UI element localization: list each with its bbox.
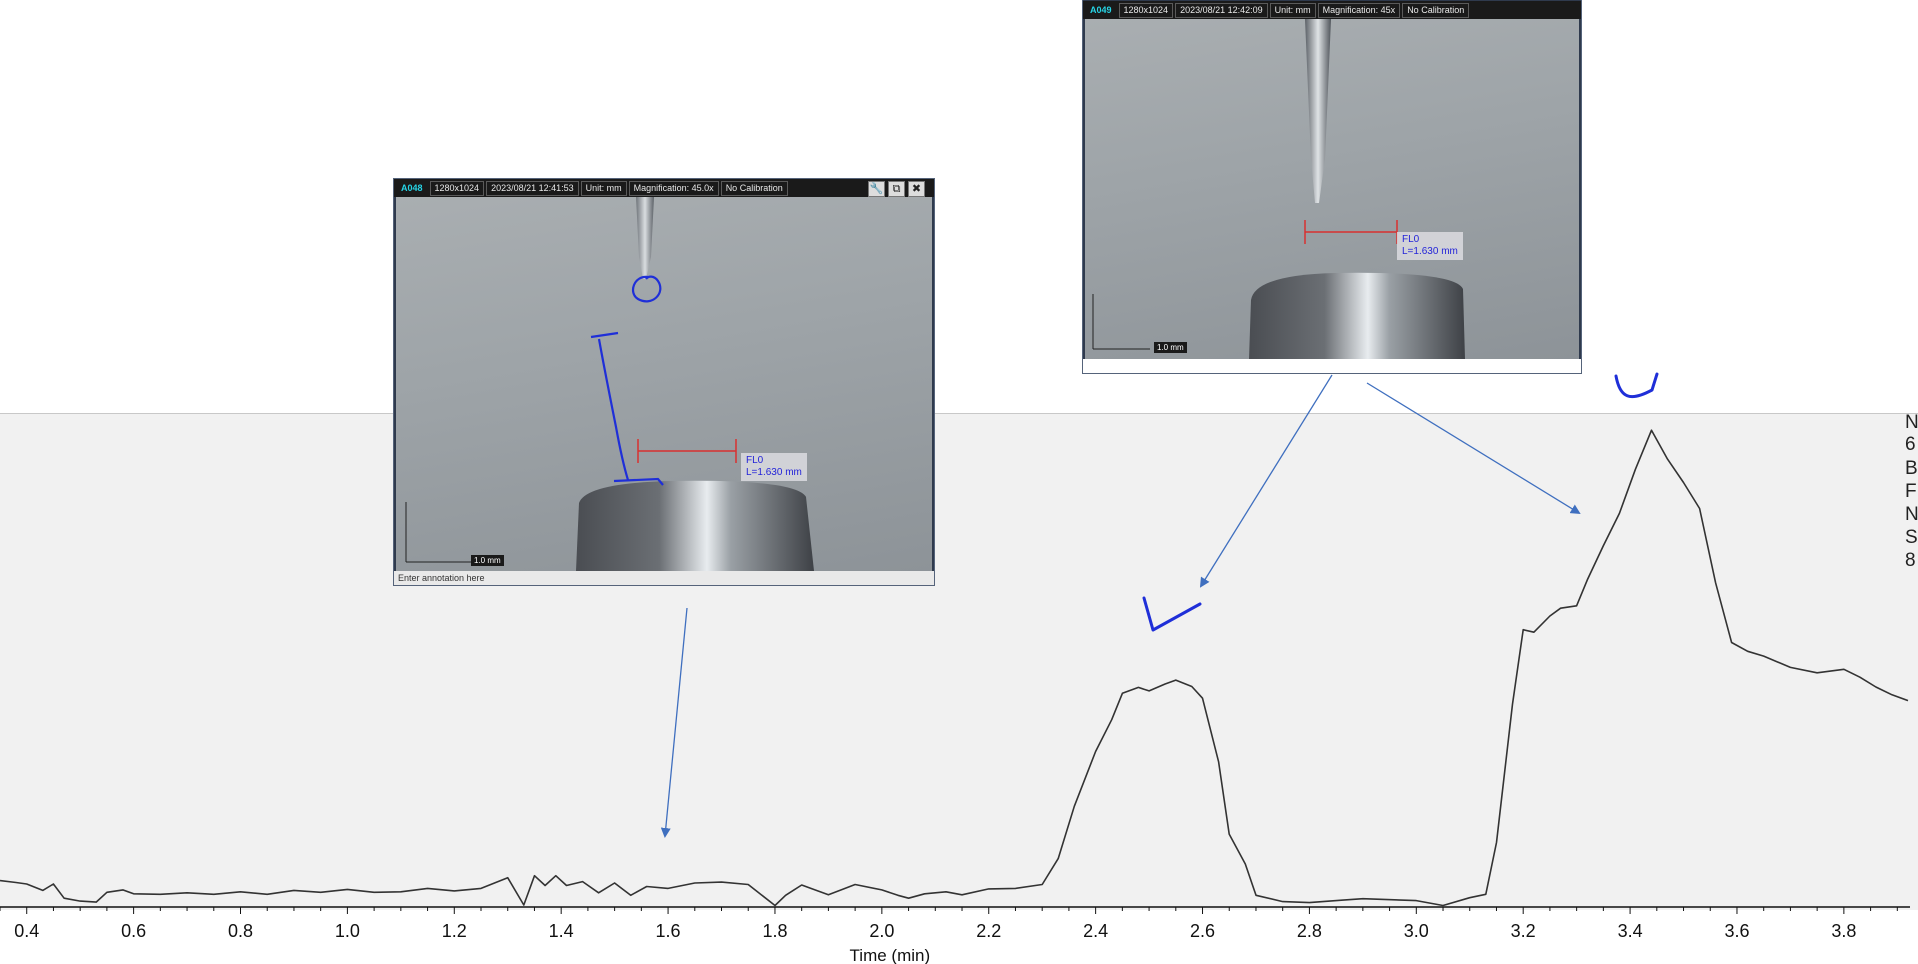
image-unit: Unit: mm (580, 180, 627, 196)
image-resolution: 1280x1024 (429, 180, 485, 196)
x-tick-label: 1.8 (762, 921, 787, 941)
x-tick-label: 2.0 (869, 921, 894, 941)
side-letter: N (1905, 504, 1918, 525)
image-calibration: No Calibration (720, 180, 788, 196)
microscope-scene (1092, 19, 1465, 359)
annotation-field[interactable]: Enter annotation here (394, 571, 934, 585)
measurement-name: FL0 (1402, 234, 1420, 245)
microscope-window-a048[interactable]: A048 1280x1024 2023/08/21 12:41:53 Unit:… (393, 178, 935, 586)
side-letter: 8 (1905, 550, 1916, 571)
length-measurement (1304, 220, 1398, 244)
chromatogram-trace (0, 429, 1909, 907)
scale-bar-label: 1.0 mm (1154, 342, 1187, 353)
microscope-window-a049[interactable]: A049 1280x1024 2023/08/21 12:42:09 Unit:… (1082, 0, 1582, 374)
x-tick-label: 3.6 (1724, 921, 1749, 941)
side-letter: 6 (1905, 434, 1916, 455)
microscope-title-bar: A049 1280x1024 2023/08/21 12:42:09 Unit:… (1083, 1, 1581, 19)
x-tick-label: 3.4 (1618, 921, 1643, 941)
length-measurement (637, 439, 737, 463)
side-letter: N (1905, 412, 1918, 433)
measurement-length: L=1.630 mm (746, 467, 802, 478)
side-letter: F (1905, 481, 1917, 502)
annotation-field[interactable] (1083, 359, 1581, 373)
x-tick-label: 3.8 (1831, 921, 1856, 941)
image-datetime: 2023/08/21 12:42:09 (1175, 2, 1268, 18)
close-icon[interactable]: ✖ (908, 181, 925, 197)
x-axis-title: Time (min) (850, 946, 931, 964)
x-tick-label: 1.0 (335, 921, 360, 941)
x-tick-label: 1.4 (549, 921, 574, 941)
x-tick-label: 0.8 (228, 921, 253, 941)
x-tick-label: 3.0 (1404, 921, 1429, 941)
x-tick-label: 0.6 (121, 921, 146, 941)
image-resolution: 1280x1024 (1118, 2, 1174, 18)
side-letter: B (1905, 458, 1918, 479)
hand-annotation (590, 275, 664, 486)
measurement-name: FL0 (746, 455, 764, 466)
x-tick-label: 1.2 (442, 921, 467, 941)
image-id: A049 (1085, 2, 1117, 18)
measurement-length: L=1.630 mm (1402, 246, 1458, 257)
x-tick-label: 2.4 (1083, 921, 1108, 941)
image-magnification: Magnification: 45.0x (628, 180, 719, 196)
image-unit: Unit: mm (1269, 2, 1316, 18)
x-tick-label: 1.6 (656, 921, 681, 941)
chromatogram-panel: 0.4 0.6 0.8 1.0 1.2 1.4 1.6 1.8 2.0 2.2 2.4 2.6 2.8 3… (0, 413, 1918, 964)
save-icon[interactable]: ⧉ (888, 181, 905, 197)
microscope-scene (405, 197, 814, 571)
wrench-icon[interactable]: 🔧 (868, 181, 885, 197)
cylinder (576, 480, 814, 571)
measurement-label: FL0 L=1.630 mm (1397, 232, 1463, 260)
check-mark-second-peak (1614, 372, 1659, 399)
microscope-image: FL0 L=1.630 mm 1.0 mm (396, 197, 932, 571)
x-tick-label: 2.8 (1297, 921, 1322, 941)
x-tick-label: 2.6 (1190, 921, 1215, 941)
measurement-label: FL0 L=1.630 mm (741, 453, 807, 481)
x-tick-label: 0.4 (14, 921, 39, 941)
needle (636, 197, 654, 279)
image-calibration: No Calibration (1402, 2, 1470, 18)
image-id: A048 (396, 180, 428, 196)
microscope-title-bar: A048 1280x1024 2023/08/21 12:41:53 Unit:… (394, 179, 934, 197)
x-tick-label: 2.2 (976, 921, 1001, 941)
side-letter: S (1905, 527, 1918, 548)
scale-bar-label: 1.0 mm (471, 555, 504, 566)
image-magnification: Magnification: 45x (1317, 2, 1401, 18)
x-tick-label: 3.2 (1511, 921, 1536, 941)
needle (1305, 19, 1331, 203)
image-datetime: 2023/08/21 12:41:53 (486, 180, 579, 196)
microscope-image: FL0 L=1.630 mm 1.0 mm (1085, 19, 1579, 359)
chromatogram-chart: 0.4 0.6 0.8 1.0 1.2 1.4 1.6 1.8 2.0 2.2 2.4 2.6 2.8 3… (0, 429, 1910, 964)
cylinder (1249, 272, 1465, 359)
